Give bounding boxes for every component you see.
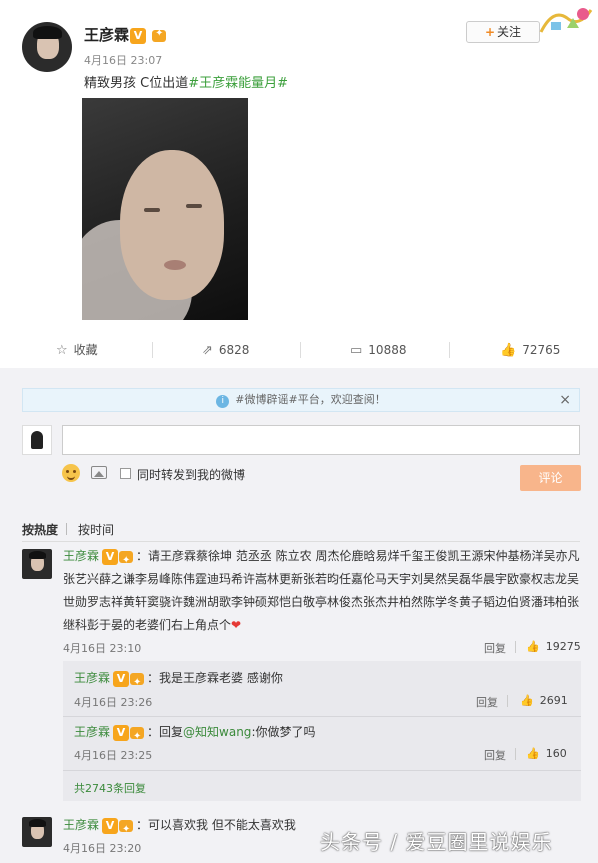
comment-text-line: ：请王彦霖蔡徐坤 范丞丞 陈立农 周杰伦鹿晗易烊千玺王俊凯王源宋仲基杨洋吴亦凡 xyxy=(136,549,580,563)
comment-count: 10888 xyxy=(368,343,407,357)
verified-badge-icon: V xyxy=(113,670,130,687)
post-time[interactable]: 4月16日 23:07 xyxy=(84,52,162,68)
reply-button[interactable]: 回复 xyxy=(476,694,498,710)
member-badge-icon xyxy=(118,549,136,572)
reply-button[interactable]: 回复 xyxy=(484,747,506,763)
reply-divider xyxy=(515,641,516,653)
comment-body: 王彦霖V ：请王彦霖蔡徐坤 范丞丞 陈立农 周杰伦鹿晗易烊千玺王俊凯王源宋仲基杨洋… xyxy=(63,545,583,637)
weibo-post: 王彦霖 V 4月16日 23:07 精致男孩 C位出道#王彦霖能量月# +关注 xyxy=(0,0,598,328)
comment-icon: ▭ xyxy=(350,343,363,358)
post-action-bar: ☆ 收藏 ⇗ 6828 ▭ 10888 👍 72765 xyxy=(0,334,598,366)
follow-button[interactable]: + 关注 xyxy=(466,21,540,43)
action-divider xyxy=(152,342,153,358)
more-replies-link[interactable]: 共2743条回复 xyxy=(74,780,146,796)
comment-like-count: 19275 xyxy=(545,640,581,653)
sub-reply-divider xyxy=(63,770,581,771)
sub-reply-body: 王彦霖V ：我是王彦霖老婆 感谢你 xyxy=(74,667,574,694)
member-badge-icon xyxy=(151,28,169,44)
thumb-up-icon: 👍 xyxy=(526,747,540,760)
action-divider xyxy=(449,342,450,358)
favorite-button[interactable]: ☆ 收藏 xyxy=(56,334,98,366)
submit-comment-button[interactable]: 评论 xyxy=(520,465,581,491)
comment-like-button[interactable]: 👍 19275 xyxy=(526,640,581,653)
repost-checkbox-label[interactable]: 同时转发到我的微博 xyxy=(137,466,245,483)
star-icon: ☆ xyxy=(56,343,68,358)
action-divider xyxy=(300,342,301,358)
sort-divider xyxy=(66,523,67,535)
comment-time: 4月16日 23:26 xyxy=(74,696,153,709)
comment-time: 4月16日 23:20 xyxy=(63,842,142,855)
plus-icon: + xyxy=(484,25,496,39)
repost-checkbox[interactable] xyxy=(120,468,131,479)
comment-button[interactable]: ▭ 10888 xyxy=(350,334,406,366)
sort-underline xyxy=(22,541,580,542)
favorite-label: 收藏 xyxy=(73,343,98,357)
author-badges: V xyxy=(130,25,169,44)
source-watermark: 头条号 / 爱豆圈里说娱乐 xyxy=(320,830,553,854)
comment-text-line: 继科彭于晏的老婆们右上角点个 xyxy=(63,618,232,632)
member-badge-icon xyxy=(118,818,136,841)
sort-by-time-tab[interactable]: 按时间 xyxy=(78,521,114,538)
sub-reply-text: ：回复 xyxy=(147,725,184,739)
close-icon[interactable]: × xyxy=(559,389,571,411)
repost-icon: ⇗ xyxy=(202,343,213,358)
post-text-body: 精致男孩 C位出道 xyxy=(84,76,189,91)
comment-time: 4月16日 23:10 xyxy=(63,642,142,655)
comment-author[interactable]: 王彦霖 xyxy=(74,671,110,685)
like-count: 72765 xyxy=(522,343,561,357)
member-badge-icon xyxy=(129,725,147,748)
notice-text: #微博辟谣#平台，欢迎查阅！ xyxy=(235,393,386,406)
corner-decoration-icon xyxy=(539,8,593,33)
comment-author[interactable]: 王彦霖 xyxy=(74,725,110,739)
heart-icon: ❤ xyxy=(231,618,242,632)
thumb-up-icon: 👍 xyxy=(526,640,540,653)
post-text: 精致男孩 C位出道#王彦霖能量月# xyxy=(84,72,288,91)
emoji-icon[interactable] xyxy=(62,464,80,482)
verified-badge-icon: V xyxy=(130,27,146,44)
sort-by-hot-tab[interactable]: 按热度 xyxy=(22,521,58,538)
comment-time: 4月16日 23:25 xyxy=(74,749,153,762)
verified-badge-icon: V xyxy=(113,724,130,741)
sub-reply-divider xyxy=(63,716,581,717)
author-name[interactable]: 王彦霖 xyxy=(84,24,129,45)
sub-reply-body: 王彦霖V ：回复@知知wang:你做梦了吗 xyxy=(74,721,574,748)
like-button[interactable]: 👍 72765 xyxy=(500,334,560,366)
repost-count: 6828 xyxy=(218,343,250,357)
author-avatar[interactable] xyxy=(22,22,72,72)
image-upload-icon[interactable] xyxy=(91,466,107,479)
comment-text-line: 张艺兴薛之谦李易峰陈伟霆迪玛希许嵩林更新张若昀任嘉伦马天宇刘昊然吴磊华晨宇欧豪权… xyxy=(63,572,580,586)
repost-button[interactable]: ⇗ 6828 xyxy=(202,334,249,366)
mention-link[interactable]: @知知wang xyxy=(183,725,251,739)
follow-label: 关注 xyxy=(497,25,522,39)
comment-like-button[interactable]: 👍 160 xyxy=(526,747,567,760)
comment-author[interactable]: 王彦霖 xyxy=(63,549,99,563)
comment-like-button[interactable]: 👍 2691 xyxy=(520,694,568,707)
comment-like-count: 160 xyxy=(545,747,567,760)
comment-text-line: ：可以喜欢我 但不能太喜欢我 xyxy=(136,818,296,832)
comment-author[interactable]: 王彦霖 xyxy=(63,818,99,832)
post-hashtag[interactable]: #王彦霖能量月# xyxy=(188,76,288,91)
comment-like-count: 2691 xyxy=(539,694,568,707)
reply-divider xyxy=(507,695,508,707)
rumor-notice-banner[interactable]: i #微博辟谣#平台，欢迎查阅！ × xyxy=(22,388,580,412)
sub-reply-text: ：我是王彦霖老婆 感谢你 xyxy=(147,671,283,685)
reply-button[interactable]: 回复 xyxy=(484,640,506,656)
comment-text-line: 世勋罗志祥黄轩窦骁许魏洲胡歌李钟硕郑恺白敬亭林俊杰张杰井柏然陈学冬黄子韬边伯贤潘… xyxy=(63,595,580,609)
comment-input[interactable] xyxy=(62,425,580,455)
post-photo[interactable] xyxy=(82,98,248,320)
verified-badge-icon: V xyxy=(102,817,119,834)
my-avatar xyxy=(22,425,52,455)
info-icon: i xyxy=(216,395,230,408)
member-badge-icon xyxy=(129,671,147,694)
comment-avatar[interactable] xyxy=(22,817,52,847)
verified-badge-icon: V xyxy=(102,548,119,565)
reply-divider xyxy=(515,748,516,760)
thumb-up-icon: 👍 xyxy=(520,694,534,707)
sub-reply-text: :你做梦了吗 xyxy=(251,725,316,739)
comment-avatar[interactable] xyxy=(22,549,52,579)
thumb-up-icon: 👍 xyxy=(500,343,517,358)
